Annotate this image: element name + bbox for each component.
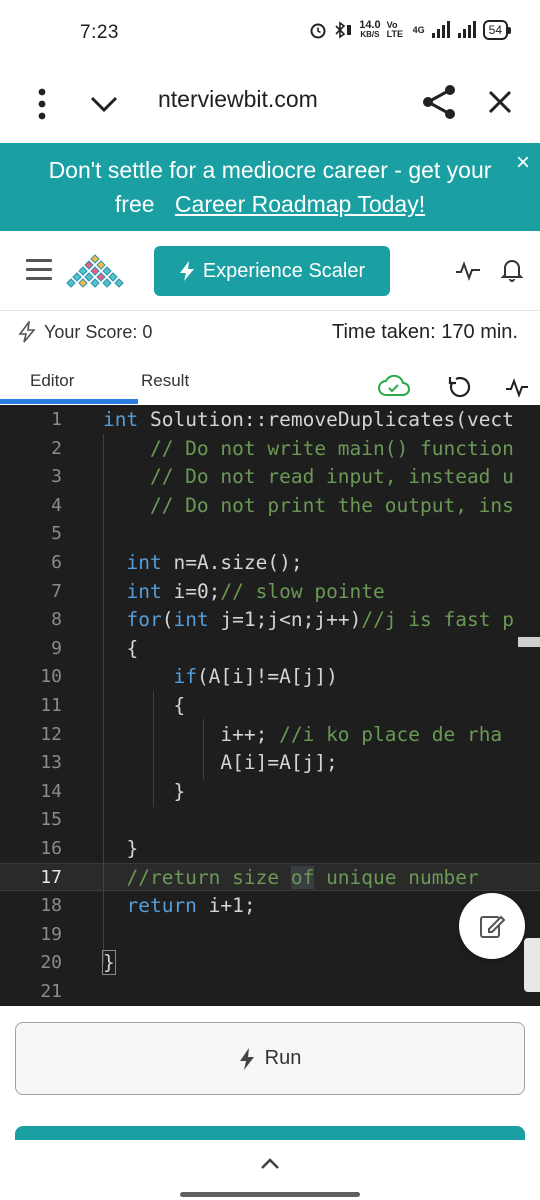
code-line: int Solution::removeDuplicates(vect: [103, 408, 514, 431]
code-line: {: [103, 694, 186, 717]
submit-button[interactable]: [15, 1126, 525, 1140]
experience-scaler-label: Experience Scaler: [202, 259, 366, 282]
line-number-active: 17: [40, 866, 62, 888]
line-number: 13: [40, 752, 62, 774]
line-number: 14: [40, 780, 62, 802]
share-icon[interactable]: [420, 82, 460, 122]
line-number: 2: [51, 437, 62, 459]
alarm-icon: [310, 23, 326, 39]
matched-brace: }: [102, 950, 116, 976]
line-number: 5: [51, 523, 62, 545]
status-bar: 7:23 14.0 KB/S Vo LTE 4G 54: [0, 0, 540, 66]
code-line: A[i]=A[j];: [103, 751, 338, 775]
line-number: 11: [40, 695, 62, 716]
net-speed: 14.0 KB/S: [359, 20, 380, 40]
activity-icon[interactable]: [455, 259, 481, 283]
reset-icon[interactable]: [448, 376, 471, 398]
editor-actions: [378, 374, 528, 398]
line-number: 12: [40, 723, 62, 745]
tab-result[interactable]: Result: [141, 371, 189, 391]
banner-text-2: free Career Roadmap Today!: [0, 191, 540, 218]
net-speed-unit: KB/S: [360, 30, 380, 39]
banner-close-button[interactable]: ×: [516, 151, 530, 175]
horizontal-scrollbar[interactable]: [518, 637, 540, 647]
score-label: Your Score: 0: [44, 321, 153, 342]
cloud-check-icon[interactable]: [378, 374, 410, 396]
line-number: 20: [40, 952, 62, 974]
line-number: 1: [51, 409, 62, 430]
code-line: // Do not print the output, ins: [103, 493, 514, 517]
editor-tabs: Editor Result: [0, 357, 540, 405]
url-bar[interactable]: nterviewbit.com: [158, 86, 318, 113]
line-number: 16: [40, 838, 62, 859]
career-roadmap-link[interactable]: Career Roadmap Today!: [175, 191, 425, 217]
edit-fab-button[interactable]: [459, 893, 525, 959]
code-line: int i=0;// slow pointe: [126, 579, 385, 603]
run-button[interactable]: Run: [15, 1022, 525, 1095]
line-number: 19: [40, 923, 62, 945]
signal-icon-2: [457, 21, 476, 38]
time-taken: Time taken: 170 min.: [331, 321, 518, 343]
promo-banner: Don't settle for a mediocre career - get…: [0, 143, 540, 231]
code-line: }: [103, 837, 139, 860]
net-speed-value: 14.0: [359, 19, 381, 31]
hamburger-menu-icon[interactable]: [26, 259, 52, 281]
chevron-down-icon[interactable]: [86, 86, 122, 122]
chevron-up-icon[interactable]: [258, 1156, 282, 1172]
more-vert-icon[interactable]: [30, 84, 54, 124]
browser-toolbar: nterviewbit.com: [0, 66, 540, 142]
gesture-nav-bar[interactable]: [180, 1192, 360, 1197]
code-line: i++; //i ko place de rha: [103, 722, 503, 746]
run-label: Run: [264, 1047, 302, 1069]
line-number: 4: [51, 494, 62, 516]
status-icons: 14.0 KB/S Vo LTE 4G 54: [309, 20, 512, 40]
interviewbit-logo[interactable]: [62, 253, 128, 291]
network-type: 4G: [412, 25, 425, 35]
line-number: 3: [51, 466, 62, 488]
line-number: 18: [40, 895, 62, 917]
code-line-active: //return size of unique number: [103, 865, 479, 889]
line-number: 6: [51, 552, 62, 573]
volte-indicator: Vo LTE: [386, 20, 403, 39]
bell-icon[interactable]: [500, 257, 524, 283]
code-line: if(A[i]!=A[j]): [173, 665, 338, 689]
tab-editor[interactable]: Editor: [30, 371, 74, 391]
edit-icon: [480, 915, 506, 938]
line-number-gutter: 1 2 3 4 5 6 7 8 9 10 11 12 13 14 15 16 1…: [0, 405, 96, 1006]
code-line: // Do not write main() function: [103, 436, 514, 460]
banner-text: Don't settle for a mediocre career - get…: [48, 157, 492, 183]
code-line: {: [103, 636, 139, 660]
code-line: int n=A.size();: [126, 551, 303, 574]
side-panel-handle[interactable]: [524, 938, 540, 992]
code-editor[interactable]: 1 2 3 4 5 6 7 8 9 10 11 12 13 14 15 16 1…: [0, 405, 540, 1006]
line-number: 10: [40, 666, 62, 688]
bolt-icon: [179, 261, 194, 281]
active-tab-indicator: [0, 399, 138, 404]
bolt-outline-icon: [18, 321, 36, 343]
banner-free-label: free: [114, 191, 155, 217]
experience-scaler-button[interactable]: Experience Scaler: [154, 246, 390, 296]
line-number: 7: [51, 580, 62, 602]
line-number: 9: [51, 637, 62, 659]
bluetooth-icon: [335, 21, 352, 39]
app-header: Experience Scaler: [0, 231, 540, 311]
signal-icon: [431, 21, 450, 38]
line-number: 15: [40, 809, 62, 831]
status-time: 7:23: [80, 22, 119, 43]
code-line: for(int j=1;j<n;j++)//j is fast p: [126, 608, 514, 632]
code-line: // Do not read input, instead u: [103, 465, 514, 489]
line-number: 8: [51, 609, 62, 631]
activity-icon-2[interactable]: [506, 378, 528, 398]
code-line: }: [103, 779, 186, 803]
run-area: Run: [0, 1006, 540, 1200]
battery-icon: 54: [482, 20, 512, 40]
score-row: Your Score: 0 Time taken: 170 min.: [0, 311, 540, 357]
bolt-icon: [239, 1047, 254, 1070]
code-line: }: [102, 949, 116, 978]
score-display: Your Score: 0: [18, 321, 152, 343]
close-icon[interactable]: [482, 84, 518, 120]
code-line: return i+1;: [126, 894, 256, 918]
line-number: 21: [40, 981, 62, 1002]
